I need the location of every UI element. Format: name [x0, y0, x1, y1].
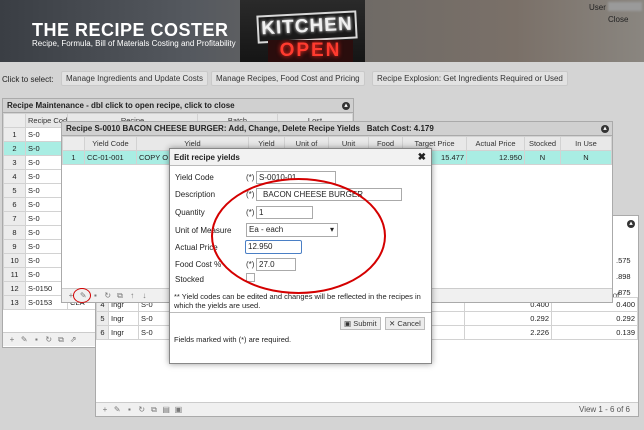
select-label: Click to select:: [2, 75, 54, 84]
required-marker: (*): [246, 173, 255, 182]
cancel-icon: ✕: [389, 319, 396, 328]
stocked-label: Stocked: [175, 275, 204, 284]
close-icon[interactable]: ✖: [418, 152, 426, 163]
copy-icon[interactable]: ⧉: [56, 333, 66, 347]
recipe-yields-title: Recipe S-0010 BACON CHEESE BURGER: Add, …: [62, 122, 612, 136]
collapse-icon[interactable]: ▴: [601, 125, 609, 133]
edit-icon[interactable]: ✎: [112, 403, 122, 417]
col-stocked[interactable]: Stocked: [524, 136, 561, 151]
col-in-use[interactable]: In Use: [560, 136, 612, 151]
app-title: THE RECIPE COSTER: [32, 20, 229, 40]
refresh-icon[interactable]: ↻: [44, 333, 54, 347]
ingredient-ext-value: .898: [616, 272, 631, 281]
add-icon[interactable]: +: [100, 403, 110, 417]
print-icon[interactable]: ▤: [161, 403, 171, 417]
ingredient-ext-value: .575: [616, 256, 631, 265]
down-icon[interactable]: ↓: [139, 289, 149, 303]
delete-icon[interactable]: ▪: [31, 333, 41, 347]
food-cost-label: Food Cost %: [175, 260, 222, 269]
app-header: KITCHEN OPEN THE RECIPE COSTER Recipe, F…: [0, 0, 644, 62]
recipe-explosion-button[interactable]: Recipe Explosion: Get Ingredients Requir…: [372, 71, 568, 86]
annotation-circle: [73, 288, 91, 303]
recipe-maintenance-title: Recipe Maintenance - dbl click to open r…: [3, 99, 353, 113]
delete-icon[interactable]: ▪: [90, 289, 100, 303]
collapse-icon[interactable]: ▴: [342, 102, 350, 110]
add-icon[interactable]: +: [7, 333, 17, 347]
save-icon: ▣: [344, 319, 352, 328]
cancel-button[interactable]: ✕ Cancel: [385, 317, 425, 330]
save-icon[interactable]: ▣: [173, 403, 183, 417]
divider: [170, 312, 431, 313]
copy-icon[interactable]: ⧉: [115, 289, 125, 303]
quantity-label: Quantity: [175, 208, 205, 217]
kitchen-sign: KITCHEN: [256, 10, 358, 44]
user-label: User: [589, 3, 606, 12]
user-name-redacted: [608, 2, 642, 11]
ingredients-pager-toolbar: + ✎ ▪ ↻ ⧉ ▤ ▣ View 1 - 6 of 6: [96, 402, 638, 416]
manage-ingredients-button[interactable]: Manage Ingredients and Update Costs: [61, 71, 208, 86]
col-actual-price[interactable]: Actual Price: [466, 136, 525, 151]
collapse-icon[interactable]: ▴: [627, 220, 635, 228]
open-sign: OPEN: [268, 40, 353, 62]
batch-cost: Batch Cost: 4.179: [366, 124, 434, 133]
app-subtitle: Recipe, Formula, Bill of Materials Costi…: [32, 39, 236, 48]
required-fields-note: Fields marked with (*) are required.: [174, 335, 292, 344]
dialog-title: Edit recipe yields: [170, 149, 431, 166]
export-icon[interactable]: ⇗: [68, 333, 78, 347]
yield-code-label: Yield Code: [175, 173, 214, 182]
copy-icon[interactable]: ⧉: [149, 403, 159, 417]
edit-icon[interactable]: ✎: [19, 333, 29, 347]
yield-code-note: ** Yield codes can be edited and changes…: [174, 292, 421, 310]
annotation-circle: [211, 178, 386, 294]
refresh-icon[interactable]: ↻: [137, 403, 147, 417]
close-link[interactable]: Close: [608, 15, 628, 24]
submit-button[interactable]: ▣ Submit: [340, 317, 381, 330]
col-yield-code[interactable]: Yield Code: [84, 136, 137, 151]
refresh-icon[interactable]: ↻: [103, 289, 113, 303]
up-icon[interactable]: ↑: [127, 289, 137, 303]
delete-icon[interactable]: ▪: [124, 403, 134, 417]
ingredients-pager: View 1 - 6 of 6: [579, 405, 630, 414]
manage-recipes-button[interactable]: Manage Recipes, Food Cost and Pricing: [211, 71, 365, 86]
description-label: Description: [175, 190, 216, 199]
